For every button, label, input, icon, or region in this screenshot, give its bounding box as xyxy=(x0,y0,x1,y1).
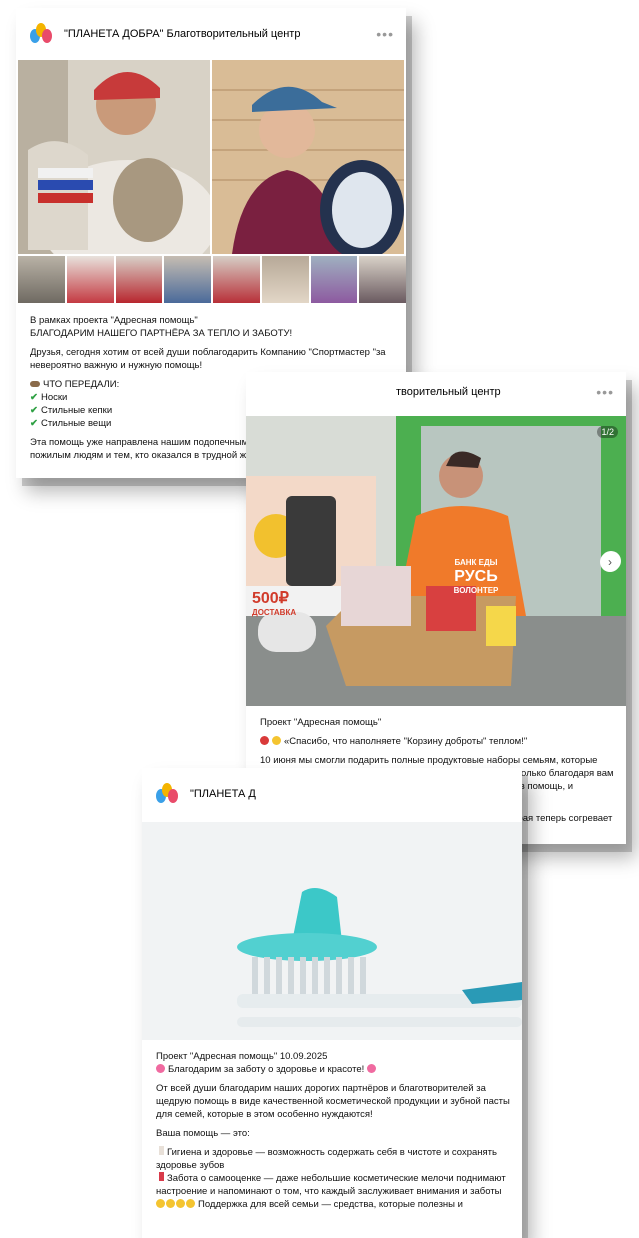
thumbnail-1[interactable] xyxy=(18,256,65,303)
sock-icon xyxy=(30,381,40,387)
post-header: "ПЛАНЕТА Д xyxy=(142,768,522,820)
thumbnail-5[interactable] xyxy=(213,256,260,303)
org-name-link[interactable]: "ПЛАНЕТА ДОБРА" Благотворительный центр xyxy=(64,28,300,40)
bottle-icon xyxy=(159,1146,164,1155)
photo-toothbrush[interactable] xyxy=(142,822,522,1040)
apple-icon xyxy=(260,736,269,745)
apron-text: БАНК ЕДЫ РУСЬ ВОЛОНТЕР xyxy=(453,558,499,595)
post-subtitle: Ваша помощь — это: xyxy=(156,1128,250,1139)
check-icon: ✔ xyxy=(30,392,38,403)
bullet-item: Поддержка для всей семьи — средства, кот… xyxy=(156,1198,512,1211)
post-paragraph: Друзья, сегодня хотим от всей души побла… xyxy=(30,347,386,371)
post-headline: БЛАГОДАРИМ НАШЕГО ПАРТНЁРА ЗА ТЕПЛО И ЗА… xyxy=(30,328,293,339)
yellow-heart-icon xyxy=(272,736,281,745)
post-project: Проект "Адресная помощь" 10.09.2025 xyxy=(156,1051,328,1062)
post-paragraph: От всей души благодарим наших дорогих па… xyxy=(156,1083,510,1120)
photo-girl-cap[interactable] xyxy=(212,60,404,254)
thumbnail-3[interactable] xyxy=(115,256,163,303)
post-project: Проект "Адресная помощь" xyxy=(260,717,382,728)
thumbnail-8[interactable] xyxy=(359,256,406,303)
check-icon: ✔ xyxy=(30,418,38,429)
thumbnail-2[interactable] xyxy=(66,256,114,303)
smile-icon xyxy=(176,1199,185,1208)
org-logo[interactable] xyxy=(154,781,180,807)
flower-icon xyxy=(367,1064,377,1073)
photo-counter: 1/2 xyxy=(597,426,618,438)
more-options-icon[interactable]: ••• xyxy=(376,26,394,42)
thumbnail-7[interactable] xyxy=(310,256,358,303)
thumbnail-6[interactable] xyxy=(261,256,309,303)
chevron-right-icon: › xyxy=(608,555,612,569)
photo-volunteer-food-box[interactable]: 1/2 › БАНК ЕДЫ РУСЬ ВОЛОНТЕР 500₽ ДОСТАВ… xyxy=(246,416,626,706)
thumbnail-4[interactable] xyxy=(164,256,211,303)
smile-icon xyxy=(156,1199,165,1208)
org-name-link[interactable]: творительный центр xyxy=(396,386,501,398)
lipstick-icon xyxy=(159,1172,164,1181)
thumbnail-strip xyxy=(18,256,406,303)
smile-icon xyxy=(186,1199,195,1208)
org-logo[interactable] xyxy=(28,21,54,47)
post-header: "ПЛАНЕТА ДОБРА" Благотворительный центр … xyxy=(16,8,406,60)
post-card-3: "ПЛАНЕТА Д Проект "Адресная помощь" 10.0… xyxy=(142,768,522,1238)
photo-boy-hats[interactable] xyxy=(18,60,210,254)
post-thanks: Благодарим за заботу о здоровье и красот… xyxy=(156,1063,512,1076)
bullet-item: Забота о самооценке — даже небольшие кос… xyxy=(156,1172,506,1197)
org-name-link[interactable]: "ПЛАНЕТА Д xyxy=(190,788,256,800)
more-options-icon[interactable]: ••• xyxy=(596,384,614,400)
bullet-item: Гигиена и здоровье — возможность содержа… xyxy=(156,1146,497,1171)
flower-icon xyxy=(156,1064,165,1073)
post-text: Проект "Адресная помощь" 10.09.2025 Благ… xyxy=(156,1050,512,1211)
smile-icon xyxy=(166,1199,175,1208)
post-quote: «Спасибо, что наполняете "Корзину доброт… xyxy=(260,735,616,748)
check-icon: ✔ xyxy=(30,405,38,416)
post-text-line: В рамках проекта "Адресная помощь" xyxy=(30,315,198,326)
post-header: творительный центр ••• xyxy=(246,372,626,412)
next-photo-button[interactable]: › xyxy=(600,552,620,572)
price-sign: 500₽ ДОСТАВКА xyxy=(252,590,297,617)
